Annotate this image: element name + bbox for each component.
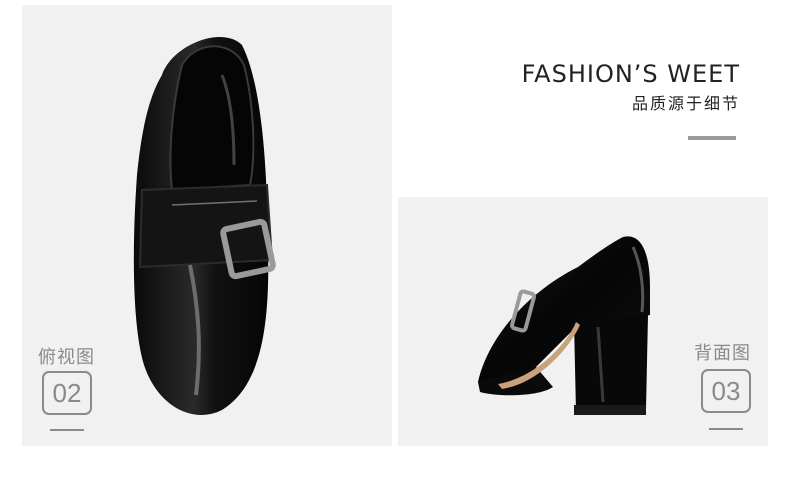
top-view-panel: 俯视图 02 (22, 5, 392, 446)
back-view-underline (709, 428, 743, 430)
back-view-caption: 背面图 (694, 343, 751, 363)
top-view-underline (50, 429, 84, 431)
top-view-number: 02 (42, 371, 92, 415)
back-view-panel: 背面图 03 (398, 197, 768, 446)
back-view-number: 03 (701, 369, 751, 413)
headline: FASHION’S WEET (521, 60, 740, 88)
accent-bar (688, 136, 736, 140)
subline: 品质源于细节 (631, 96, 740, 113)
top-view-caption: 俯视图 (38, 347, 95, 367)
